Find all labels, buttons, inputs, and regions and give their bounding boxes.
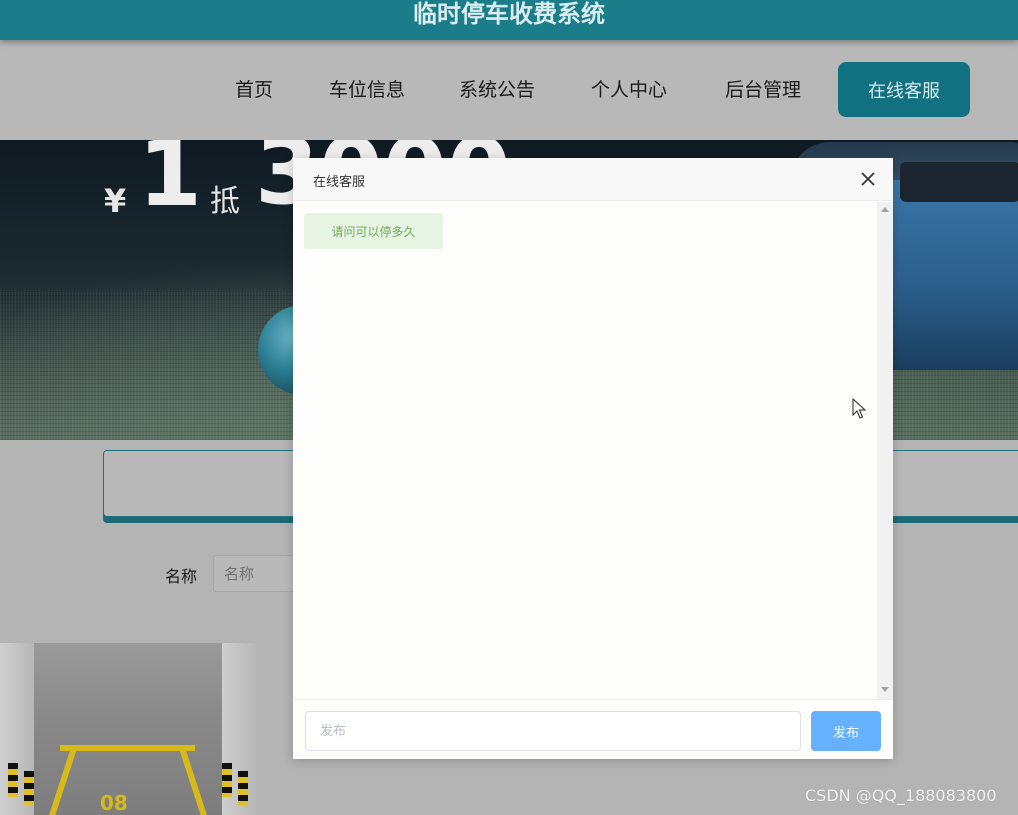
online-service-button[interactable]: 在线客服 [838,62,970,117]
promo-deduct: 抵 [210,184,240,219]
hazard-stripe-left-2 [24,771,34,805]
chat-message: 请问可以停多久 [304,213,443,249]
chat-message-list[interactable]: 请问可以停多久 [293,202,893,699]
hazard-stripe-left [8,763,18,797]
title-bar: 临时停车收费系统 [0,0,1018,40]
dialog-footer: 发布 [293,699,893,759]
banner-car-window [900,162,1018,202]
nav-item-home[interactable]: 首页 [235,75,273,102]
send-button[interactable]: 发布 [811,711,881,751]
name-filter-label: 名称 [165,567,198,586]
watermark: CSDN @QQ_188083800 [805,786,997,805]
hazard-stripe-right-2 [238,771,248,805]
scroll-up-arrow-icon[interactable] [881,207,889,212]
scroll-down-arrow-icon[interactable] [881,687,889,692]
promo-amount: 1 [138,140,203,227]
close-icon[interactable] [859,170,877,188]
lane-line-top [60,745,195,751]
dialog-title: 在线客服 [313,175,366,190]
chat-scrollbar[interactable] [877,202,893,699]
main-nav: 首页 车位信息 系统公告 个人中心 后台管理 在线客服 [0,40,1018,140]
nav-item-personal-center[interactable]: 个人中心 [591,75,667,102]
lane-line-left [45,749,77,815]
chat-dialog: 在线客服 请问可以停多久 发布 [293,158,893,759]
hazard-stripe-right [222,763,232,797]
nav-item-parking-info[interactable]: 车位信息 [329,75,405,102]
lane-line-right [179,749,211,815]
site-title: 临时停车收费系统 [413,0,605,28]
dialog-header: 在线客服 [293,158,893,201]
spot-number: 08 [100,791,128,815]
nav-item-announcements[interactable]: 系统公告 [459,75,535,102]
nav-item-admin[interactable]: 后台管理 [725,75,801,102]
mouse-cursor-icon [852,398,866,419]
promo-currency: ¥ [104,182,127,220]
chat-message-input[interactable] [305,711,801,751]
parking-spot-image[interactable]: 08 [0,643,256,815]
